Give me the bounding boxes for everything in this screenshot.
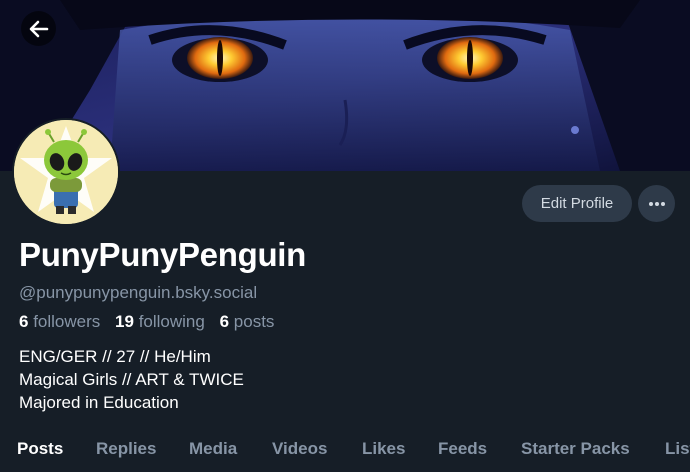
- profile-tabs: Posts Replies Media Videos Likes Feeds S…: [0, 428, 690, 472]
- bio-line: Magical Girls // ART & TWICE: [19, 370, 244, 389]
- tab-videos[interactable]: Videos: [272, 439, 327, 459]
- arrow-left-icon: [29, 20, 48, 37]
- tab-feeds[interactable]: Feeds: [438, 439, 487, 459]
- following-label: following: [138, 312, 205, 331]
- handle: @punypunypenguin.bsky.social: [19, 283, 258, 302]
- followers-stat[interactable]: 6 followers: [19, 312, 100, 331]
- tab-media[interactable]: Media: [189, 439, 237, 459]
- bio-line: ENG/GER // 27 // He/Him: [19, 347, 211, 366]
- avatar[interactable]: [12, 118, 120, 226]
- profile-bio: ENG/GER // 27 // He/Him Magical Girls //…: [19, 345, 244, 414]
- profile-stats: 6 followers 19 following 6 posts: [19, 312, 284, 332]
- tab-likes[interactable]: Likes: [362, 439, 405, 459]
- tab-replies[interactable]: Replies: [96, 439, 156, 459]
- followers-label: followers: [33, 312, 101, 331]
- edit-profile-button[interactable]: Edit Profile: [522, 185, 632, 222]
- posts-count: 6: [219, 312, 230, 331]
- following-count: 19: [115, 312, 134, 331]
- back-button[interactable]: [21, 11, 56, 46]
- more-options-button[interactable]: [638, 185, 675, 222]
- tab-lists[interactable]: Lists: [665, 439, 690, 459]
- tab-starter-packs[interactable]: Starter Packs: [521, 439, 630, 459]
- followers-count: 6: [19, 312, 29, 331]
- ellipsis-icon: [648, 201, 665, 206]
- following-stat[interactable]: 19 following: [115, 312, 205, 331]
- posts-label: posts: [233, 312, 275, 331]
- display-name: PunyPunyPenguin: [19, 236, 307, 273]
- posts-stat: 6 posts: [220, 312, 275, 331]
- tab-posts[interactable]: Posts: [17, 439, 63, 459]
- bio-line: Majored in Education: [19, 393, 179, 412]
- avatar-image: [14, 120, 118, 224]
